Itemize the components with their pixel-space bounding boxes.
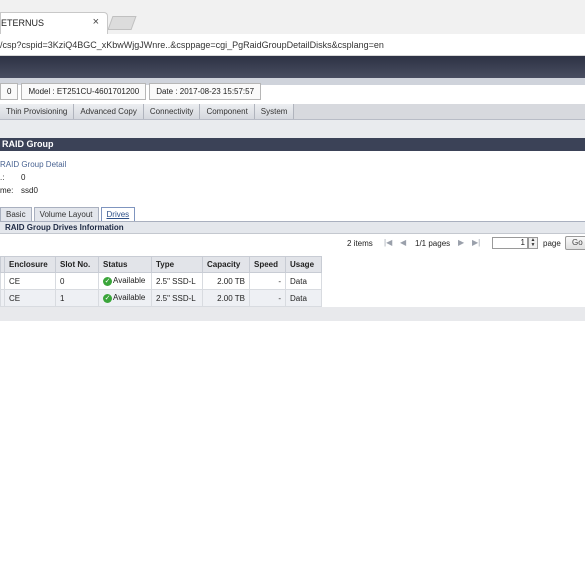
main-nav-tabs: Thin Provisioning Advanced Copy Connecti… — [0, 104, 585, 120]
nav-tab-system[interactable]: System — [254, 104, 295, 119]
check-circle-icon: ✓ — [103, 293, 112, 303]
pagination-bar: 2 items |◀ ◀ 1/1 pages ▶ ▶| 1 ▲ ▼ page Go — [0, 235, 585, 255]
nav-tab-thin-provisioning[interactable]: Thin Provisioning — [0, 104, 75, 119]
close-icon[interactable]: × — [93, 16, 99, 28]
cell-usage: Data — [285, 289, 322, 307]
cell-usage: Data — [285, 272, 322, 290]
table-row[interactable]: CE 0 ✓ Available 2.5" SSD-L 2.00 TB - Dat… — [0, 272, 322, 290]
page-spinner-icon[interactable]: ▲ ▼ — [528, 237, 538, 249]
tab-drives[interactable]: Drives — [100, 207, 136, 221]
col-status[interactable]: Status — [98, 256, 152, 273]
app-header-bar — [0, 56, 585, 78]
section-title-bar: RAID Group — [0, 138, 585, 151]
status-text: Available — [113, 276, 146, 286]
raid-name-row: me: ssd0 — [0, 186, 38, 195]
page-count: 1/1 pages — [415, 239, 451, 248]
tab-basic[interactable]: Basic — [0, 207, 32, 221]
table-header-row: Enclosure Slot No. Status Type Capacity … — [0, 256, 322, 273]
detail-heading: RAID Group Detail — [0, 160, 67, 169]
cell-speed: - — [249, 289, 286, 307]
cell-type: 2.5" SSD-L — [151, 289, 203, 307]
address-bar[interactable]: /csp?cspid=3KziQ4BGC_xKbwWjgJWnre..&cspp… — [0, 34, 585, 56]
browser-tab-bar: ETERNUS × — [0, 0, 585, 34]
prev-page-icon[interactable]: ◀ — [400, 238, 406, 247]
first-page-icon[interactable]: |◀ — [384, 238, 392, 247]
panel-title: RAID Group Drives Information — [5, 223, 124, 232]
item-count: 2 items — [347, 239, 373, 248]
nav-tab-advanced-copy[interactable]: Advanced Copy — [74, 104, 144, 119]
cell-slot: 0 — [55, 272, 99, 290]
device-info-row: 0 Model : ET251CU-4601701200 Date : 2017… — [0, 83, 264, 101]
raid-no-row: .: 0 — [0, 173, 25, 182]
status-text: Available — [113, 293, 146, 303]
cell-status: ✓ Available — [98, 289, 152, 307]
new-tab-button[interactable] — [107, 16, 137, 30]
col-enclosure[interactable]: Enclosure — [4, 256, 56, 273]
raid-no-label: .: — [0, 173, 5, 182]
cell-capacity: 2.00 TB — [202, 272, 250, 290]
tab-volume-layout[interactable]: Volume Layout — [33, 207, 99, 221]
browser-tab[interactable]: ETERNUS × — [0, 12, 108, 34]
col-speed[interactable]: Speed — [249, 256, 286, 273]
raid-name-label: me: — [0, 186, 14, 195]
date-box: Date : 2017-08-23 15:57:57 — [149, 83, 262, 100]
drives-table: Enclosure Slot No. Status Type Capacity … — [0, 256, 322, 307]
page-number-input[interactable]: 1 — [492, 237, 528, 249]
detail-sub-tabs: Basic Volume Layout Drives — [0, 207, 137, 221]
cell-status: ✓ Available — [98, 272, 152, 290]
content-spacer — [0, 120, 585, 138]
raid-name-value: ssd0 — [21, 186, 38, 195]
col-slot[interactable]: Slot No. — [55, 256, 99, 273]
table-footer-strip — [0, 307, 585, 321]
model-box: Model : ET251CU-4601701200 — [21, 83, 147, 100]
cell-speed: - — [249, 272, 286, 290]
browser-tab-title: ETERNUS — [1, 18, 45, 28]
page-label: page — [543, 239, 561, 248]
serial-box: 0 — [0, 83, 19, 100]
cell-type: 2.5" SSD-L — [151, 272, 203, 290]
table-row[interactable]: CE 1 ✓ Available 2.5" SSD-L 2.00 TB - Dat… — [0, 289, 322, 307]
col-type[interactable]: Type — [151, 256, 203, 273]
cell-enclosure: CE — [4, 289, 56, 307]
go-button[interactable]: Go — [565, 236, 585, 250]
col-usage[interactable]: Usage — [285, 256, 322, 273]
check-circle-icon: ✓ — [103, 276, 112, 286]
last-page-icon[interactable]: ▶| — [472, 238, 480, 247]
nav-tab-component[interactable]: Component — [200, 104, 255, 119]
address-url[interactable]: /csp?cspid=3KziQ4BGC_xKbwWjgJWnre..&cspp… — [0, 40, 384, 50]
cell-enclosure: CE — [4, 272, 56, 290]
section-title: RAID Group — [2, 139, 54, 149]
cell-capacity: 2.00 TB — [202, 289, 250, 307]
cell-slot: 1 — [55, 289, 99, 307]
raid-no-value: 0 — [21, 173, 26, 182]
nav-tab-connectivity[interactable]: Connectivity — [143, 104, 201, 119]
panel-title-bar: RAID Group Drives Information — [0, 221, 585, 234]
col-capacity[interactable]: Capacity — [202, 256, 250, 273]
next-page-icon[interactable]: ▶ — [458, 238, 464, 247]
